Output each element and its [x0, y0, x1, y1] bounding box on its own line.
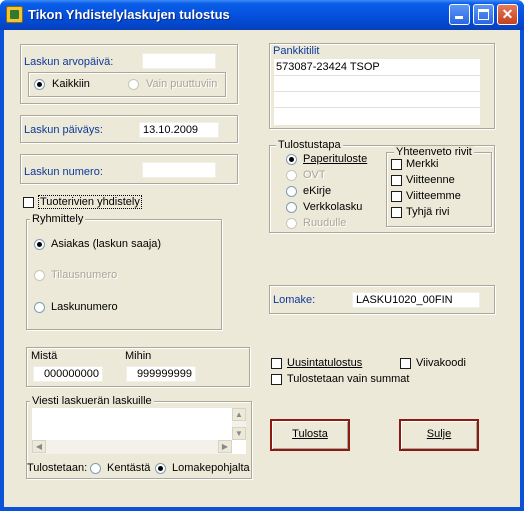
check-your-ref-label[interactable]: Viitteenne [406, 174, 455, 186]
title-bar[interactable]: Tikon Yhdistelylaskujen tulostus ✕ [0, 0, 524, 30]
radio-einvoice-label[interactable]: Verkkolasku [303, 201, 362, 213]
radio-from-field[interactable] [90, 463, 101, 474]
message-group: Viesti laskuerän laskuille ▲ ▼ ◀ ▶ Tulos… [26, 395, 252, 479]
value-date-label: Laskun arvopäivä: [24, 56, 114, 68]
form-group: Lomake: LASKU1020_00FIN [269, 285, 495, 314]
message-vscroll[interactable]: ▲ ▼ [232, 408, 246, 440]
radio-paper-label[interactable]: Paperituloste [303, 153, 367, 165]
range-to-input[interactable]: 999999999 [126, 366, 196, 382]
radio-missing-label: Vain puuttuviin [146, 78, 218, 90]
invoice-number-label: Laskun numero: [24, 166, 103, 178]
range-group: Mistä Mihin 000000000 999999999 [26, 347, 250, 387]
check-mark-label[interactable]: Merkki [406, 158, 438, 170]
value-date-input[interactable] [142, 53, 216, 69]
sums-only-checkbox[interactable] [271, 374, 282, 385]
summary-rows-label: Yhteenveto rivit [394, 146, 474, 158]
scroll-right-icon[interactable]: ▶ [218, 440, 232, 453]
range-from-input[interactable]: 000000000 [33, 366, 103, 382]
radio-invoice-number[interactable] [34, 302, 45, 313]
radio-screen-label: Ruudulle [303, 217, 347, 229]
check-empty-row[interactable] [391, 207, 402, 218]
radio-einvoice[interactable] [286, 202, 297, 213]
minimize-icon [455, 16, 463, 19]
invoice-date-group: Laskun päiväys: 13.10.2009 [20, 115, 238, 143]
sums-only-label[interactable]: Tulostetaan vain summat [287, 373, 409, 385]
reprint-label[interactable]: Uusintatulostus [287, 357, 362, 369]
scroll-left-icon[interactable]: ◀ [32, 440, 46, 453]
message-hscroll[interactable]: ◀ ▶ [32, 440, 232, 454]
scroll-down-icon[interactable]: ▼ [232, 427, 246, 440]
invoice-date-label: Laskun päiväys: [24, 124, 103, 136]
value-date-options: Kaikkiin Vain puuttuviin [28, 72, 226, 97]
print-method-group: Tulostustapa Paperituloste OVT eKirje Ve… [269, 139, 495, 233]
maximize-icon [478, 9, 489, 20]
close-icon: ✕ [501, 6, 514, 22]
invoice-date-input[interactable]: 13.10.2009 [139, 122, 219, 138]
check-our-ref[interactable] [391, 191, 402, 202]
dialog-body: Laskun arvopäivä: Kaikkiin Vain puuttuvi… [4, 30, 520, 507]
radio-from-template[interactable] [155, 463, 166, 474]
radio-customer-label[interactable]: Asiakas (laskun saaja) [51, 238, 161, 250]
range-from-label: Mistä [31, 350, 58, 362]
radio-all-label[interactable]: Kaikkiin [52, 78, 90, 90]
form-input[interactable]: LASKU1020_00FIN [352, 292, 480, 308]
print-button-label: Tulosta [292, 428, 328, 440]
radio-ekirje[interactable] [286, 186, 297, 197]
invoice-number-input[interactable] [142, 162, 216, 178]
window-title: Tikon Yhdistelylaskujen tulostus [28, 7, 230, 22]
radio-all[interactable] [34, 79, 45, 90]
maximize-button[interactable] [473, 4, 494, 25]
radio-from-field-label[interactable]: Kentästä [107, 462, 150, 474]
check-your-ref[interactable] [391, 175, 402, 186]
radio-ovt-label: OVT [303, 169, 326, 181]
app-icon [6, 6, 23, 23]
bank-accounts-label: Pankkitilit [273, 45, 320, 57]
range-to-label: Mihin [125, 350, 152, 362]
invoice-number-group: Laskun numero: [20, 154, 238, 184]
radio-order-number-label: Tilausnumero [51, 269, 118, 281]
barcode-checkbox[interactable] [400, 358, 411, 369]
print-button[interactable]: Tulosta [270, 419, 350, 451]
grouping-group: Ryhmittely Asiakas (laskun saaja) Tilaus… [26, 213, 222, 330]
close-button[interactable]: Sulje [399, 419, 479, 451]
close-window-button[interactable]: ✕ [497, 4, 518, 25]
print-method-label: Tulostustapa [276, 139, 343, 151]
close-button-label: Sulje [426, 428, 452, 440]
radio-customer[interactable] [34, 239, 45, 250]
radio-ekirje-label[interactable]: eKirje [303, 185, 331, 197]
message-label: Viesti laskuerän laskuille [30, 395, 154, 407]
app-window: Tikon Yhdistelylaskujen tulostus ✕ Lasku… [0, 0, 524, 511]
print-from-label: Tulostetaan: [27, 462, 88, 474]
form-label: Lomake: [273, 294, 316, 306]
radio-screen [286, 218, 297, 229]
radio-ovt [286, 170, 297, 181]
minimize-button[interactable] [449, 4, 470, 25]
barcode-label[interactable]: Viivakoodi [416, 357, 466, 369]
radio-invoice-number-label[interactable]: Laskunumero [51, 301, 118, 313]
scroll-up-icon[interactable]: ▲ [232, 408, 246, 421]
bank-accounts-group: Pankkitilit 573087-23424 TSOP [269, 43, 495, 129]
summary-rows-group: Yhteenveto rivit Merkki Viitteenne Viitt… [386, 146, 492, 227]
bank-account-item[interactable]: 573087-23424 TSOP [276, 61, 380, 73]
check-mark[interactable] [391, 159, 402, 170]
radio-missing [128, 79, 139, 90]
radio-order-number [34, 270, 45, 281]
radio-paper[interactable] [286, 154, 297, 165]
bank-accounts-list[interactable]: 573087-23424 TSOP [274, 59, 480, 125]
combine-rows-checkbox[interactable] [23, 197, 34, 208]
value-date-group: Laskun arvopäivä: Kaikkiin Vain puuttuvi… [20, 44, 238, 104]
radio-from-template-label[interactable]: Lomakepohjalta [172, 462, 250, 474]
reprint-checkbox[interactable] [271, 358, 282, 369]
combine-rows-label[interactable]: Tuoterivien yhdistely [38, 195, 142, 209]
check-our-ref-label[interactable]: Viitteemme [406, 190, 461, 202]
check-empty-row-label[interactable]: Tyhjä rivi [406, 206, 449, 218]
grouping-label: Ryhmittely [30, 213, 86, 225]
